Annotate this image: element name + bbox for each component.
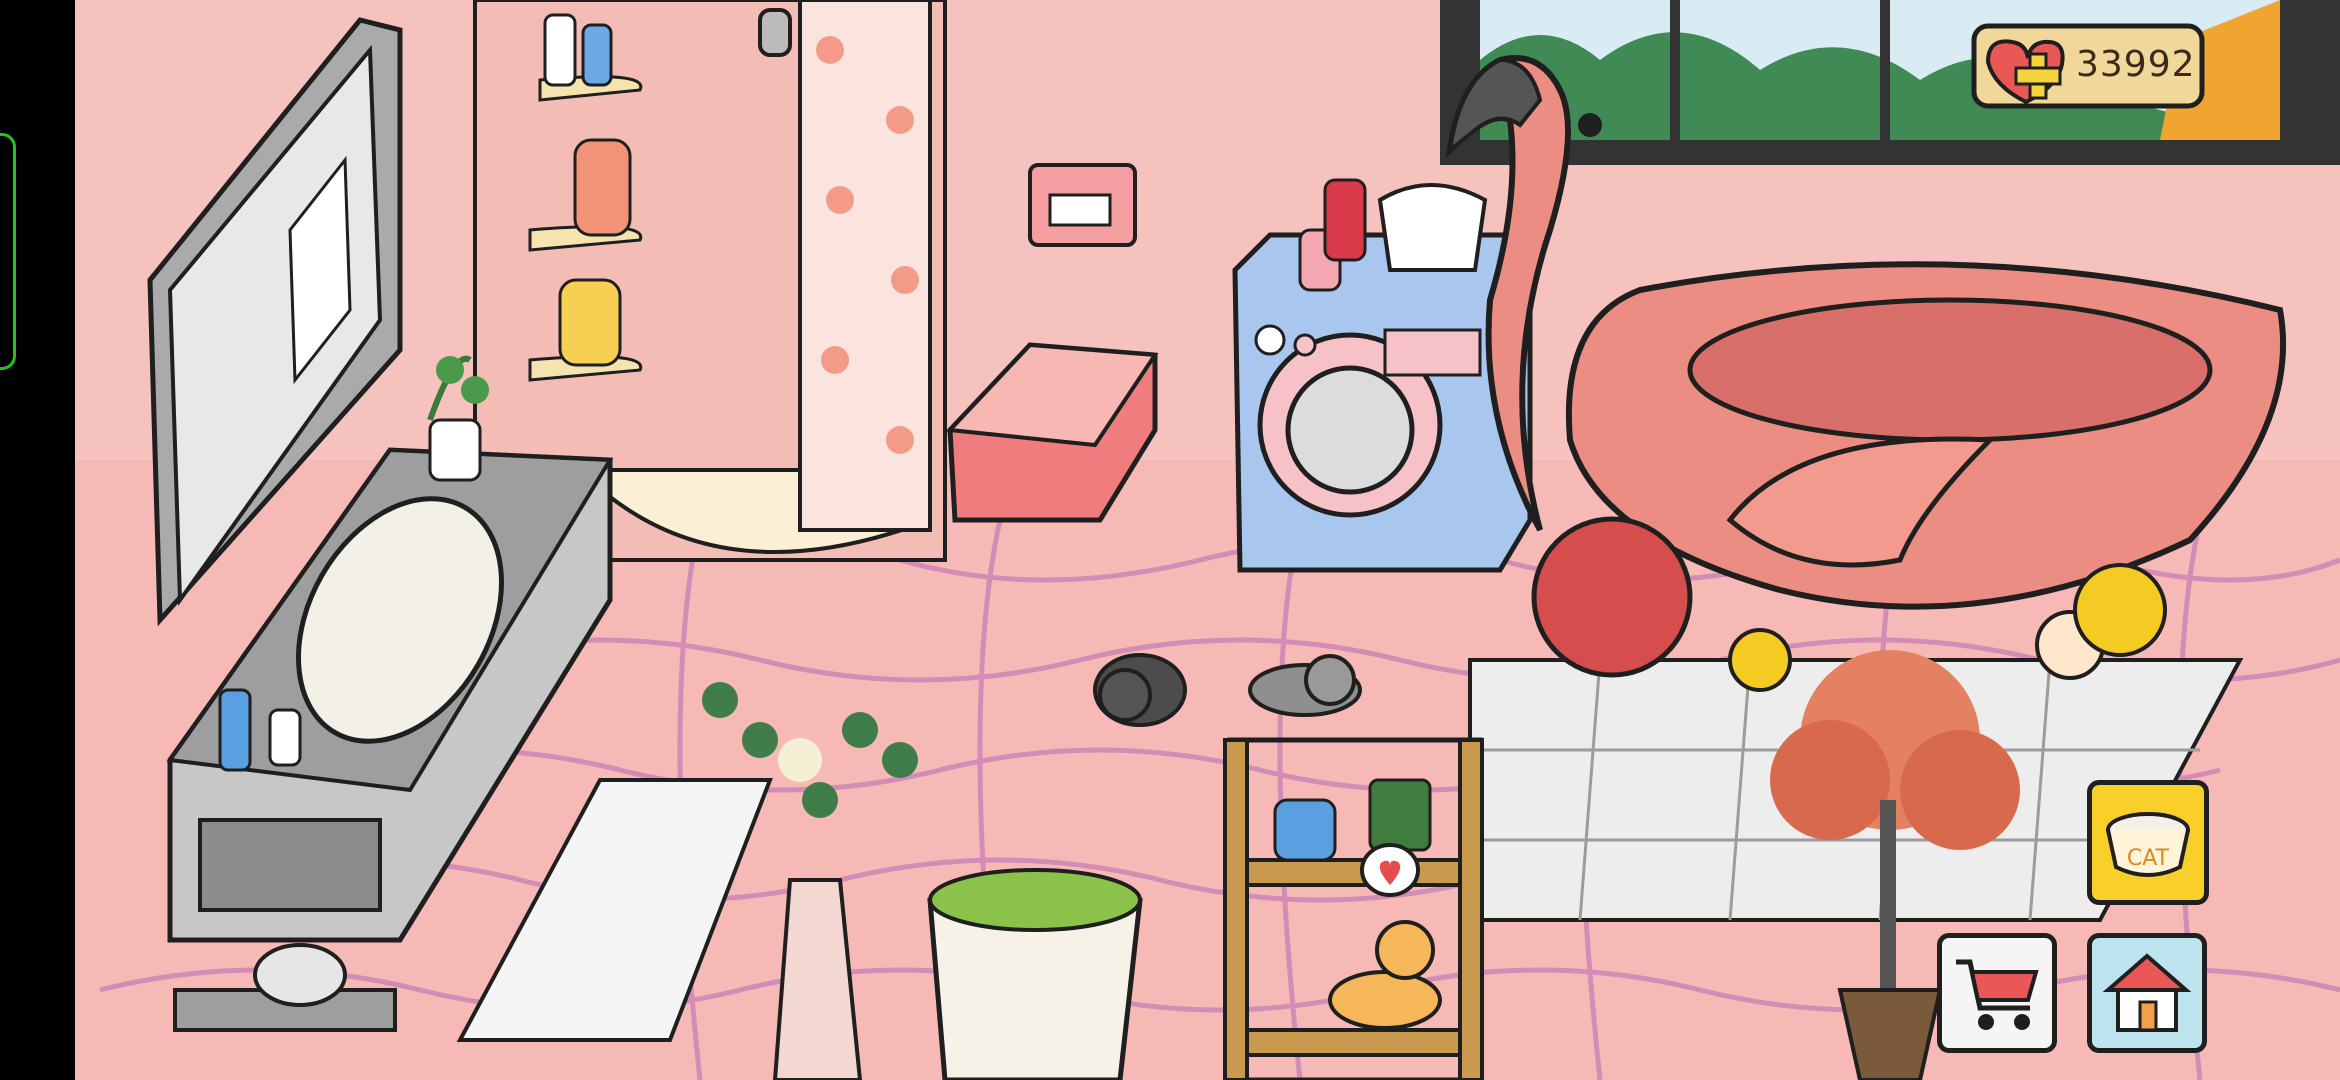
system-nav-bar — [0, 0, 75, 1080]
bathroom-room-scene — [75, 0, 2340, 1080]
cat-food-bowl-icon: CAT — [2106, 812, 2190, 877]
home-button[interactable] — [2087, 933, 2207, 1053]
laundry-basket — [927, 868, 1143, 1080]
house-icon — [2102, 953, 2192, 1032]
cat-bowl-label: CAT — [2127, 846, 2170, 871]
cat-food-button[interactable]: CAT — [2087, 780, 2209, 905]
black-cat[interactable] — [1093, 653, 1187, 727]
sleeping-cat-under-sink[interactable] — [253, 943, 347, 1007]
edge-gesture-handle[interactable] — [0, 133, 16, 370]
paper-towel-dispenser — [1028, 163, 1137, 247]
shop-button[interactable] — [1937, 933, 2057, 1053]
hearts-amount: 33992 — [2076, 44, 2196, 85]
shopping-cart-icon — [1956, 959, 2039, 1030]
washing-machine[interactable] — [1232, 178, 1533, 573]
game-screen: 33992 CAT — [0, 0, 2340, 1080]
